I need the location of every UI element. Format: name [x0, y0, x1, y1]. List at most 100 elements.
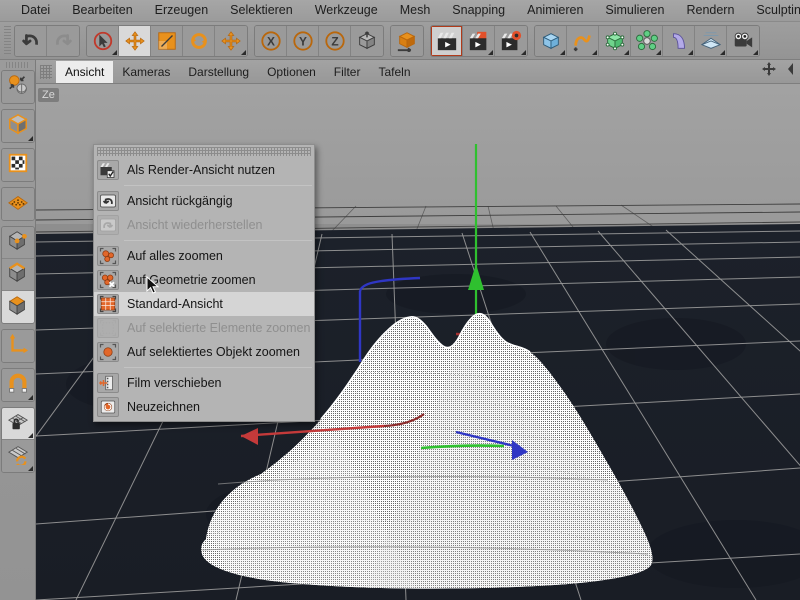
nurbs-button[interactable] — [599, 25, 631, 56]
menuitem-film-verschieben[interactable]: Film verschieben — [94, 371, 314, 395]
live-selection-tool[interactable] — [87, 25, 119, 56]
reset-workplane-button[interactable] — [1, 440, 34, 472]
array-button[interactable] — [631, 25, 663, 56]
menu-tearoff-strip[interactable] — [97, 147, 311, 156]
submenu-corner-icon[interactable] — [560, 49, 565, 55]
texture-mode-button[interactable] — [1, 149, 34, 181]
menu-sculpting[interactable]: Sculpting — [745, 0, 800, 21]
left-toolbar-drag-grip[interactable] — [5, 62, 30, 68]
axis-mode-button[interactable] — [1, 330, 34, 362]
lock-workplane-button[interactable] — [1, 408, 34, 440]
submenu-corner-icon[interactable] — [720, 49, 725, 55]
magnet-tool-button[interactable] — [1, 369, 34, 401]
viewport-menu-grip[interactable] — [40, 64, 52, 79]
redo-button — [47, 25, 79, 56]
rotate-tool[interactable] — [183, 25, 215, 56]
menuitem-auf-geometrie-zoomen[interactable]: Auf Geometrie zoomen — [94, 268, 314, 292]
menuitem-auf-alles-zoomen[interactable]: Auf alles zoomen — [94, 244, 314, 268]
menu-erzeugen[interactable]: Erzeugen — [144, 0, 220, 21]
z-axis-lock-button[interactable]: Z — [319, 25, 351, 56]
submenu-corner-icon[interactable] — [592, 49, 597, 55]
viewmenu-darstellung[interactable]: Darstellung — [179, 61, 258, 83]
viewmenu-ansicht[interactable]: Ansicht — [56, 60, 114, 83]
grid-rotate-icon — [7, 443, 29, 470]
camera-button[interactable] — [727, 25, 759, 56]
world-axis-cube-icon — [356, 30, 378, 52]
menuitem-ansicht-rueckgaengig[interactable]: Ansicht rückgängig — [94, 189, 314, 213]
scale-tool[interactable] — [151, 25, 183, 56]
green-cube-icon — [604, 30, 626, 52]
menu-snapping[interactable]: Snapping — [441, 0, 516, 21]
coordinate-system-group — [390, 24, 424, 57]
menu-animieren[interactable]: Animieren — [516, 0, 594, 21]
render-region-button[interactable] — [463, 25, 495, 56]
svg-text:Y: Y — [299, 34, 307, 48]
menu-item-label: Auf Geometrie zoomen — [127, 273, 256, 287]
zoom-elements-icon — [97, 318, 119, 338]
clapper-gear-icon — [500, 30, 522, 52]
move-tool[interactable] — [119, 25, 151, 56]
floor-plane-icon — [700, 30, 722, 52]
axis-move-tool[interactable] — [215, 25, 247, 56]
viewmenu-kameras[interactable]: Kameras — [113, 61, 179, 83]
submenu-corner-icon[interactable] — [488, 49, 493, 55]
submenu-corner-icon[interactable] — [241, 49, 246, 55]
spline-button[interactable] — [567, 25, 599, 56]
move-cross-icon — [220, 30, 242, 52]
menu-werkzeuge[interactable]: Werkzeuge — [304, 0, 389, 21]
submenu-corner-icon[interactable] — [688, 49, 693, 55]
submenu-corner-icon[interactable] — [521, 49, 526, 55]
scene-object-button[interactable] — [695, 25, 727, 56]
submenu-corner-icon[interactable] — [753, 49, 758, 55]
render-view-button[interactable] — [431, 25, 463, 56]
make-editable-button[interactable] — [1, 71, 34, 103]
deformer-button[interactable] — [663, 25, 695, 56]
lt-group-5 — [0, 226, 35, 324]
menu-simulieren[interactable]: Simulieren — [594, 0, 675, 21]
menu-bearbeiten[interactable]: Bearbeiten — [61, 0, 143, 21]
points-mode-button[interactable] — [1, 188, 34, 220]
toolbar-drag-grip[interactable] — [4, 25, 11, 56]
viewmenu-tafeln[interactable]: Tafeln — [369, 61, 419, 83]
submenu-corner-icon[interactable] — [27, 433, 33, 438]
menuitem-auf-selektiertes-objekt-zoomen[interactable]: Auf selektiertes Objekt zoomen — [94, 340, 314, 364]
y-axis-lock-button[interactable]: Y — [287, 25, 319, 56]
menu-mesh[interactable]: Mesh — [389, 0, 442, 21]
viewport-tab-label[interactable]: Ze — [38, 88, 59, 102]
submenu-corner-icon[interactable] — [27, 136, 33, 141]
submenu-corner-icon[interactable] — [656, 49, 661, 55]
pan-view-icon[interactable] — [761, 61, 777, 82]
polygon-mode-button[interactable] — [1, 291, 34, 323]
menu-item-label: Ansicht rückgängig — [127, 194, 233, 208]
submenu-corner-icon[interactable] — [112, 49, 117, 55]
lt-group-4 — [0, 187, 35, 221]
submenu-corner-icon[interactable] — [624, 49, 629, 55]
submenu-corner-icon[interactable] — [27, 466, 33, 471]
orange-spline-icon — [572, 30, 594, 52]
model-mode-button[interactable] — [1, 110, 34, 142]
point-mode-button[interactable] — [1, 227, 34, 259]
menu-rendern[interactable]: Rendern — [675, 0, 745, 21]
menu-separator — [124, 185, 312, 186]
menuitem-neuzeichnen[interactable]: Neuzeichnen — [94, 395, 314, 419]
standard-view-icon — [97, 294, 119, 314]
cube-edge-icon — [7, 261, 29, 288]
zoom-view-icon[interactable] — [780, 61, 796, 82]
lt-group-3 — [0, 148, 35, 182]
move-cross-icon — [124, 30, 146, 52]
x-axis-lock-button[interactable]: X — [255, 25, 287, 56]
primitive-cube-button[interactable] — [535, 25, 567, 56]
main-toolbar: X Y Z — [0, 22, 800, 60]
world-object-axis-button[interactable] — [351, 25, 383, 56]
menu-selektieren[interactable]: Selektieren — [219, 0, 304, 21]
menu-datei[interactable]: Datei — [10, 0, 61, 21]
undo-button[interactable] — [15, 25, 47, 56]
viewmenu-filter[interactable]: Filter — [325, 61, 370, 83]
submenu-corner-icon[interactable] — [27, 395, 33, 400]
edge-mode-button[interactable] — [1, 259, 34, 291]
menuitem-standard-ansicht[interactable]: Standard-Ansicht — [94, 292, 314, 316]
menuitem-als-render-ansicht-nutzen[interactable]: Als Render-Ansicht nutzen — [94, 158, 314, 182]
coordinate-system-button[interactable] — [391, 25, 423, 56]
viewmenu-optionen[interactable]: Optionen — [258, 61, 325, 83]
render-settings-button[interactable] — [495, 25, 527, 56]
